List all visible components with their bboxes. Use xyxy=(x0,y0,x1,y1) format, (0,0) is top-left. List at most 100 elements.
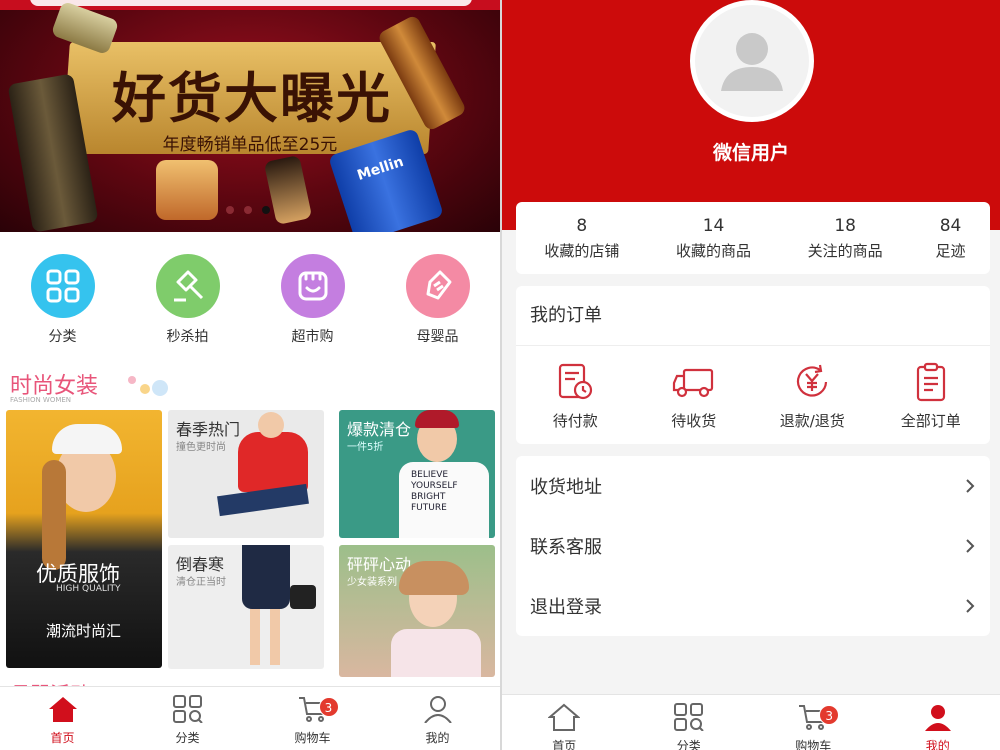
product-brand-text: Mellin xyxy=(355,153,406,184)
model-shirt: BELIEVE YOURSELF BRIGHT FUTURE xyxy=(399,462,489,538)
home-screen: Mellin 好货大曝光 年度畅销单品低至25元 分类 秒杀拍 超市购 母婴品 … xyxy=(0,0,500,750)
tab-home[interactable]: 首页 xyxy=(0,687,125,750)
tab-category[interactable]: 分类 xyxy=(125,687,250,750)
model-cap xyxy=(52,424,122,454)
stat-label: 足迹 xyxy=(935,242,966,260)
stat-label: 收藏的店铺 xyxy=(544,242,620,260)
stat-number: 84 xyxy=(939,216,962,236)
hammer-icon xyxy=(155,254,220,318)
carousel-dot[interactable] xyxy=(244,206,252,214)
settings-menu: 收货地址 联系客服 退出登录 xyxy=(516,456,990,636)
orders-card: 我的订单 待付款 待收货 退款/退货 全部订单 xyxy=(516,286,990,444)
carousel-dots xyxy=(226,206,270,214)
tile-sub: 一件5折 xyxy=(347,442,384,453)
promo-banner[interactable]: Mellin 好货大曝光 年度畅销单品低至25元 xyxy=(0,0,500,232)
shortcut-label: 母婴品 xyxy=(416,329,459,345)
bottom-tab-bar: 首页 分类 3 购物车 我的 xyxy=(502,694,1000,750)
tab-home[interactable]: 首页 xyxy=(502,695,627,750)
tab-label: 首页 xyxy=(552,739,577,750)
model-beanie xyxy=(415,410,459,428)
model-leg xyxy=(270,609,280,665)
section-subtitle: FASHION WOMEN xyxy=(10,396,72,404)
orders-title[interactable]: 我的订单 xyxy=(516,286,990,346)
chevron-right-icon xyxy=(966,479,975,493)
order-refund[interactable]: 退款/退货 xyxy=(753,362,872,431)
tab-label: 我的 xyxy=(925,739,950,750)
stat-number: 14 xyxy=(702,216,725,236)
order-to-receive[interactable]: 待收货 xyxy=(635,362,754,431)
carousel-dot-active[interactable] xyxy=(262,206,270,214)
chevron-right-icon xyxy=(966,599,975,613)
tile-sub: 撞色更时尚 xyxy=(176,442,226,453)
cart-badge: 3 xyxy=(819,705,840,725)
menu-customer-service[interactable]: 联系客服 xyxy=(516,516,990,576)
shortcut-label: 秒杀拍 xyxy=(166,329,209,345)
tile-sub: 清仓正当时 xyxy=(176,577,226,588)
grid-icon xyxy=(673,703,704,732)
tab-label: 首页 xyxy=(50,731,75,745)
pending-payment-icon xyxy=(559,363,593,400)
stats-card: 8 收藏的店铺 14 收藏的商品 18 关注的商品 84 足迹 xyxy=(516,202,990,274)
stat-favorite-shops[interactable]: 8 收藏的店铺 xyxy=(516,202,648,274)
tile-title: 倒春寒 xyxy=(176,555,225,574)
shortcut-supermarket[interactable]: 超市购 xyxy=(263,252,363,346)
tab-mine[interactable]: 我的 xyxy=(876,695,1000,750)
chevron-right-icon xyxy=(966,539,975,553)
order-pending-payment[interactable]: 待付款 xyxy=(516,362,635,431)
shortcut-baby[interactable]: 母婴品 xyxy=(388,252,488,346)
tile-sub: 潮流时尚汇 xyxy=(46,622,122,640)
profile-screen: 微信用户 8 收藏的店铺 14 收藏的商品 18 关注的商品 84 足迹 我的订… xyxy=(502,0,1000,750)
tile-title: 砰砰心动 xyxy=(347,555,412,574)
tab-label: 分类 xyxy=(175,731,200,745)
model-top xyxy=(391,629,481,677)
tile-title: 爆款清仓 xyxy=(347,420,412,439)
banner-headline: 好货大曝光 xyxy=(112,67,392,130)
promo-tile-quality[interactable]: 优质服饰 HIGH QUALITY 潮流时尚汇 xyxy=(6,410,162,668)
stat-favorite-goods[interactable]: 14 收藏的商品 xyxy=(648,202,780,274)
shortcut-flash-sale[interactable]: 秒杀拍 xyxy=(138,252,238,346)
shirt-text: BRIGHT xyxy=(411,492,446,502)
tab-category[interactable]: 分类 xyxy=(627,695,752,750)
stat-label: 关注的商品 xyxy=(807,242,883,260)
carousel-dot[interactable] xyxy=(226,206,234,214)
menu-logout[interactable]: 退出登录 xyxy=(516,576,990,636)
home-icon xyxy=(547,703,581,731)
shirt-text: BELIEVE xyxy=(411,470,449,480)
delivery-truck-icon xyxy=(672,368,713,398)
promo-tile-heartbeat[interactable]: 砰砰心动 少女装系列 xyxy=(339,545,495,677)
promo-tile-cold-spring[interactable]: 倒春寒 清仓正当时 xyxy=(168,545,324,669)
shirt-text: FUTURE xyxy=(411,503,447,513)
avatar[interactable] xyxy=(690,0,814,122)
home-icon xyxy=(48,697,77,722)
store-icon xyxy=(280,254,345,318)
menu-label: 退出登录 xyxy=(530,597,602,618)
user-icon xyxy=(924,705,951,731)
username: 微信用户 xyxy=(712,142,789,164)
order-label: 全部订单 xyxy=(900,412,961,430)
shortcut-category[interactable]: 分类 xyxy=(13,252,113,346)
tab-cart[interactable]: 3 购物车 xyxy=(751,695,876,750)
tab-cart[interactable]: 3 购物车 xyxy=(250,687,375,750)
promo-tile-spring[interactable]: 春季热门 撞色更时尚 xyxy=(168,410,324,538)
stat-number: 8 xyxy=(576,216,588,236)
stat-footprints[interactable]: 84 足迹 xyxy=(911,202,990,274)
order-status-row: 待付款 待收货 退款/退货 全部订单 xyxy=(516,346,990,431)
tab-label: 我的 xyxy=(425,731,450,745)
tab-mine[interactable]: 我的 xyxy=(375,687,500,750)
category-shortcuts: 分类 秒杀拍 超市购 母婴品 xyxy=(0,252,500,346)
search-box[interactable] xyxy=(30,0,472,6)
promo-tile-clearance[interactable]: 爆款清仓 一件5折 BELIEVE YOURSELF BRIGHT FUTURE xyxy=(339,410,495,538)
tile-sub: 少女装系列 xyxy=(347,577,397,588)
order-label: 待收货 xyxy=(671,412,717,430)
order-all[interactable]: 全部订单 xyxy=(872,362,991,431)
tile-title: 春季热门 xyxy=(176,420,241,439)
stat-followed-goods[interactable]: 18 关注的商品 xyxy=(779,202,911,274)
handbag xyxy=(290,585,316,609)
shortcut-label: 超市购 xyxy=(291,329,334,345)
stat-label: 收藏的商品 xyxy=(676,242,752,260)
model-hair xyxy=(42,460,66,570)
decor-bubble xyxy=(140,384,150,394)
product-jar xyxy=(156,160,218,220)
menu-shipping-address[interactable]: 收货地址 xyxy=(516,456,990,516)
shortcut-label: 分类 xyxy=(48,329,77,345)
